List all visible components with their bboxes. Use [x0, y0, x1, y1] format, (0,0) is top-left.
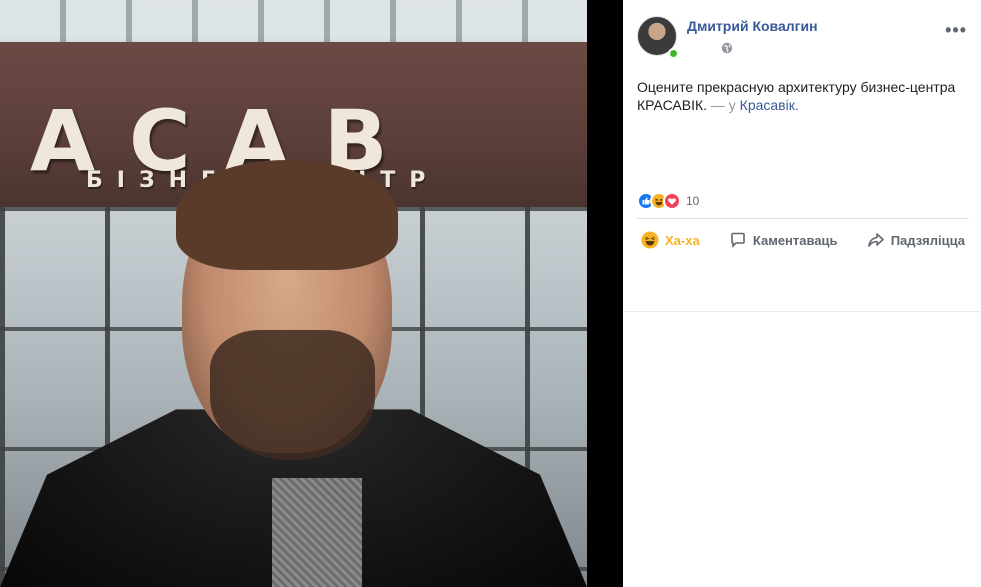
post-header: Дмитрий Ковалгин ••• — [637, 12, 971, 62]
comment-area — [623, 260, 981, 312]
person-sweater — [272, 478, 362, 587]
location-link[interactable]: Красавік. — [740, 97, 799, 113]
online-status-icon — [668, 48, 679, 59]
more-options-icon[interactable]: ••• — [945, 20, 967, 41]
location-prefix: — у — [710, 97, 736, 113]
photo-viewer: ACAB БІЗНЕС-ЦЭНТР Дмитрий Ковалгин ••• О… — [0, 0, 981, 587]
reactions-summary[interactable]: 10 — [637, 192, 699, 210]
person-beard — [210, 330, 375, 460]
comment-label: Каментаваць — [752, 232, 838, 248]
comment-button[interactable]: Каментаваць — [725, 231, 842, 249]
post-photo[interactable]: ACAB БІЗНЕС-ЦЭНТР — [0, 0, 587, 587]
love-icon — [663, 192, 681, 210]
share-icon — [867, 233, 884, 247]
author-name[interactable]: Дмитрий Ковалгин — [687, 18, 818, 34]
reaction-count: 10 — [686, 194, 700, 208]
post-text: Оцените прекрасную архитектуру бизнес-це… — [637, 78, 969, 114]
share-label: Падзяліцца — [890, 232, 965, 248]
post-card: Дмитрий Ковалгин ••• Оцените прекрасную … — [623, 0, 981, 587]
share-button[interactable]: Падзяліцца — [863, 231, 969, 249]
globe-icon[interactable] — [721, 42, 733, 54]
haha-button[interactable]: Ха-ха — [637, 231, 704, 249]
haha-label: Ха-ха — [665, 232, 700, 248]
haha-icon — [641, 231, 659, 249]
divider — [637, 218, 969, 219]
person-hair — [176, 160, 398, 270]
action-bar: Ха-ха Каментаваць Падзяліцца — [637, 222, 969, 258]
comment-icon — [731, 232, 745, 248]
side-panel: Дмитрий Ковалгин ••• Оцените прекрасную … — [587, 0, 981, 587]
